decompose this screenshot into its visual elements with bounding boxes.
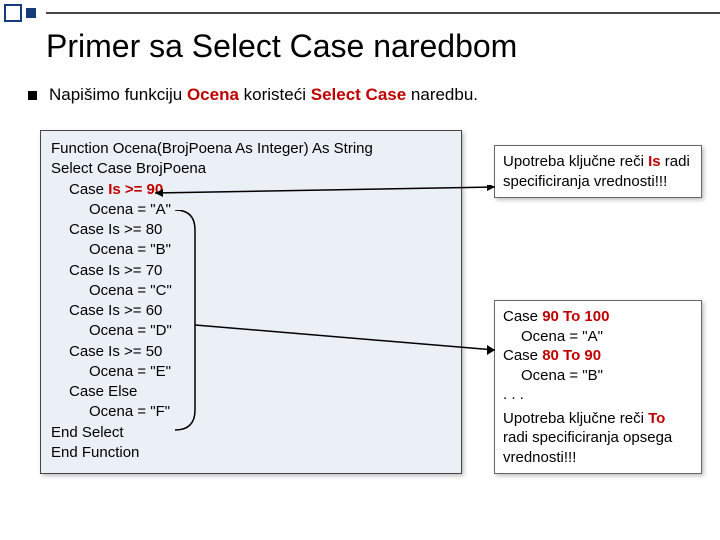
code-aelse: Ocena = "F" xyxy=(51,402,451,422)
bullet-line: Napišimo funkciju Ocena koristeći Select… xyxy=(28,85,700,105)
note2-l4: Ocena = "B" xyxy=(503,366,693,386)
code-a50: Ocena = "E" xyxy=(51,362,451,382)
deco-line xyxy=(46,12,720,14)
code-endselect: End Select xyxy=(51,424,124,441)
note2-l3: Case 80 To 90 xyxy=(503,346,693,366)
bullet-text: Napišimo funkciju Ocena koristeći Select… xyxy=(49,85,478,105)
code-case-else: Case Else xyxy=(51,382,451,402)
note-box-is: Upotreba ključne reči Is radi specificir… xyxy=(494,145,702,198)
code-case-90-expr: Is >= 90 xyxy=(108,181,163,198)
note2-to: To xyxy=(648,410,665,427)
bullet-kw: Select Case xyxy=(311,85,406,104)
note2-l1b: 90 To 100 xyxy=(542,308,609,325)
code-l1: Function Ocena(BrojPoena As Integer) As … xyxy=(51,140,373,157)
note2-l3a: Case xyxy=(503,347,542,364)
note2-l1: Case 90 To 100 xyxy=(503,307,693,327)
code-l2: Select Case BrojPoena xyxy=(51,160,206,177)
code-a60: Ocena = "D" xyxy=(51,321,451,341)
code-case-90: Case Is >= 90 xyxy=(51,180,451,200)
note2-l3b: 80 To 90 xyxy=(542,347,601,364)
code-case-50: Case Is >= 50 xyxy=(51,342,451,362)
bullet-mid: koristeći xyxy=(239,85,311,104)
code-a90: Ocena = "A" xyxy=(51,200,451,220)
bullet-fn: Ocena xyxy=(187,85,239,104)
note-box-to: Case 90 To 100 Ocena = "A" Case 80 To 90… xyxy=(494,300,702,474)
code-a70: Ocena = "C" xyxy=(51,281,451,301)
code-case-70: Case Is >= 70 xyxy=(51,261,451,281)
note2-text: Upotreba ključne reči To radi specificir… xyxy=(503,409,693,468)
code-a80: Ocena = "B" xyxy=(51,240,451,260)
note1-t1: Upotreba ključne reči xyxy=(503,153,648,170)
note2-t1: Upotreba ključne reči xyxy=(503,410,648,427)
bullet-pre: Napišimo funkciju xyxy=(49,85,187,104)
header-decoration xyxy=(4,4,720,22)
note2-t2: radi specificiranja opsega vrednosti!!! xyxy=(503,429,672,466)
note2-l1a: Case xyxy=(503,308,542,325)
code-case-80: Case Is >= 80 xyxy=(51,220,451,240)
note1-is: Is xyxy=(648,153,661,170)
bullet-post: naredbu. xyxy=(406,85,478,104)
deco-square-small xyxy=(26,8,36,18)
code-box: Function Ocena(BrojPoena As Integer) As … xyxy=(40,130,462,474)
deco-square-large xyxy=(4,4,22,22)
code-case-60: Case Is >= 60 xyxy=(51,301,451,321)
slide-title: Primer sa Select Case naredbom xyxy=(46,28,517,65)
note2-l5: . . . xyxy=(503,385,693,405)
code-endfn: End Function xyxy=(51,444,139,461)
code-case-kw: Case xyxy=(69,181,108,198)
bullet-icon xyxy=(28,91,37,100)
note2-l2: Ocena = "A" xyxy=(503,327,693,347)
